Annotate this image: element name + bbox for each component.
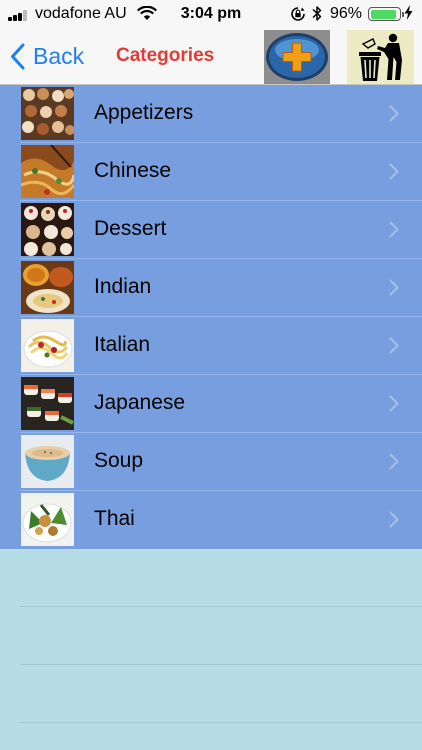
empty-row-divider [20,722,422,723]
chevron-right-icon [389,279,399,296]
indian-food-thumbnail [21,261,74,314]
rotation-lock-icon [291,7,305,21]
list-item-indian[interactable]: Indian [0,259,422,317]
list-item-dessert[interactable]: Dessert [0,201,422,259]
add-category-button[interactable] [264,30,330,84]
thai-food-thumbnail [21,493,74,546]
list-item-thai[interactable]: Thai [0,491,422,549]
soup-thumbnail [21,435,74,488]
chevron-right-icon [389,511,399,528]
back-button[interactable]: Back [10,38,84,74]
bluetooth-icon [312,6,322,21]
status-bar: vodafone AU 3:04 pm 96% [0,0,422,28]
empty-row-divider [20,606,422,607]
appetizers-thumbnail [21,87,74,140]
italian-food-thumbnail [21,319,74,372]
list-item-label: Appetizers [94,101,194,124]
navigation-bar: Back Categories [0,28,422,85]
plus-button-icon [266,33,328,81]
chevron-right-icon [389,221,399,238]
chevron-right-icon [389,163,399,180]
empty-row-divider [20,664,422,665]
recycle-bin-icon [359,33,402,81]
list-item-soup[interactable]: Soup [0,433,422,491]
list-item-japanese[interactable]: Japanese [0,375,422,433]
chevron-right-icon [389,453,399,470]
dessert-thumbnail [21,203,74,256]
delete-category-button[interactable] [347,30,414,84]
list-item-appetizers[interactable]: Appetizers [0,85,422,143]
list-item-label: Italian [94,333,151,356]
japanese-food-thumbnail [21,377,74,430]
back-label: Back [33,42,85,69]
battery-percentage: 96% [330,5,363,22]
list-item-chinese[interactable]: Chinese [0,143,422,201]
chevron-left-icon [11,43,25,69]
list-item-label: Thai [94,507,135,530]
category-list: Appetizers Chinese Dessert Indian Italia… [0,85,422,549]
chevron-right-icon [389,105,399,122]
list-item-label: Japanese [94,391,186,414]
list-item-label: Soup [94,449,144,472]
chevron-right-icon [389,337,399,354]
chinese-food-thumbnail [21,145,74,198]
battery-icon [368,7,404,21]
chevron-right-icon [389,395,399,412]
list-item-label: Dessert [94,217,167,240]
list-item-label: Indian [94,275,152,298]
list-item-label: Chinese [94,159,172,182]
charging-bolt-icon [404,5,413,20]
list-item-italian[interactable]: Italian [0,317,422,375]
page-title: Categories [116,45,215,66]
